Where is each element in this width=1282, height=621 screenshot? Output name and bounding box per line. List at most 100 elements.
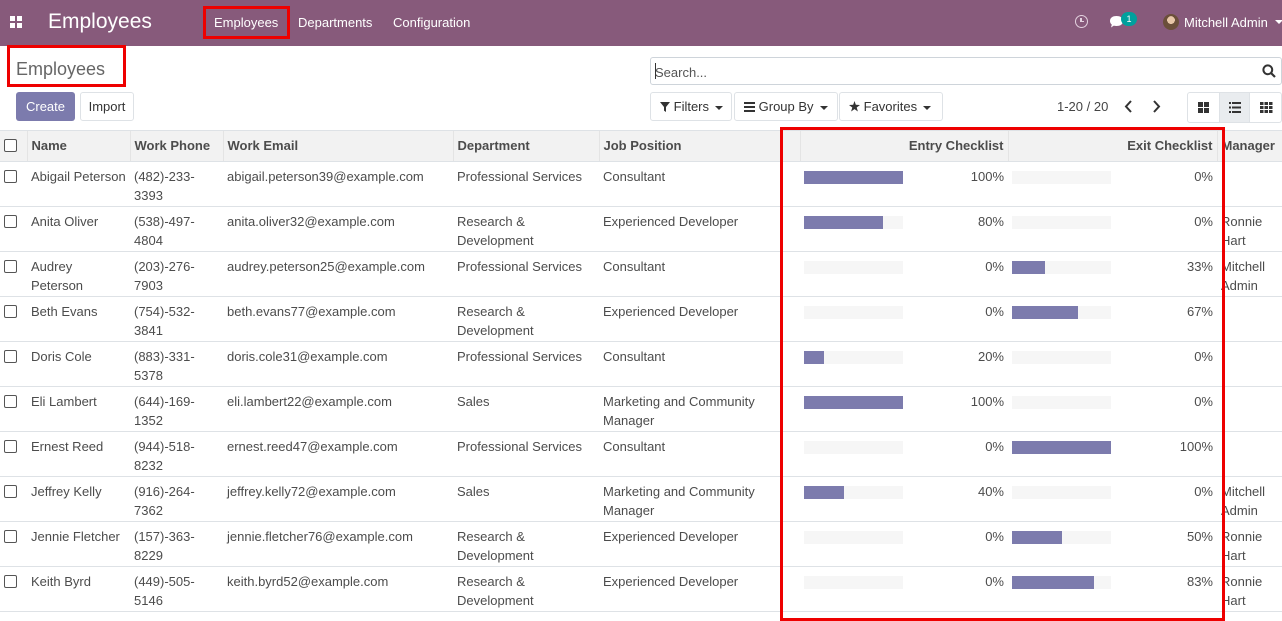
cell-manager (1217, 296, 1282, 342)
search-icon[interactable] (1262, 64, 1276, 78)
cell-name: Ernest Reed (27, 431, 130, 477)
cell-entry-checklist: 0% (800, 296, 1008, 342)
cell-job-position: Consultant (599, 251, 800, 297)
row-checkbox[interactable] (4, 214, 17, 228)
cell-work-email: jennie.fletcher76@example.com (223, 521, 453, 567)
progress-bar (804, 395, 903, 409)
cell-manager: Mitchell Admin (1217, 251, 1282, 297)
row-checkbox[interactable] (4, 349, 17, 363)
row-select-cell[interactable] (0, 341, 27, 387)
progress-value: 0% (985, 303, 1004, 319)
cell-exit-checklist: 67% (1008, 296, 1217, 342)
column-header-job-position[interactable]: Job Position (598, 131, 800, 162)
list-view-icon (1229, 102, 1241, 113)
search-input[interactable] (655, 62, 1245, 82)
progress-bar (1012, 260, 1111, 274)
column-header-work-phone[interactable]: Work Phone (129, 131, 223, 162)
select-all-cell[interactable] (0, 131, 27, 162)
chat-badge: 1 (1121, 12, 1137, 26)
user-menu[interactable]: Mitchell Admin (1184, 15, 1268, 30)
groupby-dropdown[interactable]: Group By (734, 92, 838, 121)
groupby-label: Group By (758, 99, 814, 114)
progress-bar (1012, 350, 1111, 364)
table-row[interactable]: Anita Oliver (538)-497-4804 anita.oliver32… (0, 206, 1282, 252)
filters-dropdown[interactable]: Filters (650, 92, 732, 121)
menu-employees[interactable]: Employees (214, 15, 278, 30)
progress-value: 67% (1186, 303, 1213, 319)
row-select-cell[interactable] (0, 296, 27, 342)
progress-bar-fill (1012, 440, 1111, 454)
table-row[interactable]: Ernest Reed (944)-518-8232 ernest.reed47@e… (0, 431, 1282, 477)
table-row[interactable]: Keith Byrd (449)-505-5146 keith.byrd52@exa… (0, 566, 1282, 612)
row-checkbox[interactable] (4, 169, 17, 183)
cell-manager: Ronnie Hart (1217, 521, 1282, 567)
table-row[interactable]: Audrey Peterson (203)-276-7903 audrey.pete… (0, 251, 1282, 297)
create-button[interactable]: Create (16, 92, 75, 121)
cell-work-email: abigail.peterson39@example.com (223, 161, 453, 207)
row-select-cell[interactable] (0, 431, 27, 477)
menu-departments[interactable]: Departments (298, 15, 372, 30)
cell-job-position: Experienced Developer (599, 296, 800, 342)
row-checkbox[interactable] (4, 529, 17, 543)
row-select-cell[interactable] (0, 566, 27, 612)
cell-name: Beth Evans (27, 296, 130, 342)
pager-value[interactable]: 1-20 / 20 (1057, 99, 1108, 114)
progress-value: 0% (1194, 348, 1213, 364)
filter-icon (660, 102, 670, 112)
table-row[interactable]: Doris Cole (883)-331-5378 doris.cole31@exa… (0, 341, 1282, 387)
table-row[interactable]: Jeffrey Kelly (916)-264-7362 jeffrey.kelly… (0, 476, 1282, 522)
column-header-manager[interactable]: Manager (1216, 131, 1282, 162)
chevron-right-icon[interactable] (1143, 93, 1169, 120)
progress-value: 100% (970, 393, 1004, 409)
user-avatar[interactable] (1163, 14, 1179, 30)
menu-configuration[interactable]: Configuration (393, 15, 470, 30)
progress-value: 100% (970, 168, 1004, 184)
cell-exit-checklist: 100% (1008, 431, 1217, 477)
row-checkbox[interactable] (4, 259, 17, 273)
progress-bar (804, 350, 903, 364)
column-header-department[interactable]: Department (452, 131, 599, 162)
import-button[interactable]: Import (80, 92, 134, 121)
cell-exit-checklist: 0% (1008, 386, 1217, 432)
filters-label: Filters (673, 99, 710, 114)
column-header-name[interactable]: Name (26, 131, 130, 162)
cell-entry-checklist: 20% (800, 341, 1008, 387)
row-checkbox[interactable] (4, 484, 17, 498)
kanban-view-button[interactable] (1188, 93, 1219, 122)
list-icon (744, 102, 755, 112)
column-header-exit-checklist[interactable]: Exit Checklist (1007, 131, 1217, 162)
row-select-cell[interactable] (0, 521, 27, 567)
apps-menu-icon[interactable] (10, 16, 22, 28)
grid-view-button[interactable] (1251, 93, 1282, 122)
search-bar[interactable] (650, 57, 1282, 85)
row-select-cell[interactable] (0, 251, 27, 297)
list-view-button[interactable] (1219, 93, 1250, 122)
column-header-entry-checklist[interactable]: Entry Checklist (799, 131, 1008, 162)
row-select-cell[interactable] (0, 161, 27, 207)
table-row[interactable]: Abigail Peterson (482)-233-3393 abigail.pe… (0, 161, 1282, 207)
table-row[interactable]: Beth Evans (754)-532-3841 beth.evans77@exa… (0, 296, 1282, 342)
row-select-cell[interactable] (0, 476, 27, 522)
activity-clock-icon[interactable] (1075, 15, 1088, 28)
user-caret-icon[interactable] (1275, 20, 1282, 24)
cell-manager (1217, 341, 1282, 387)
row-checkbox[interactable] (4, 304, 17, 318)
progress-bar-fill (804, 215, 884, 229)
control-panel: Employees Create Import Filters Group By… (0, 46, 1282, 131)
table-row[interactable]: Jennie Fletcher (157)-363-8229 jennie.flet… (0, 521, 1282, 567)
row-checkbox[interactable] (4, 574, 17, 588)
table-row[interactable]: Eli Lambert (644)-169-1352 eli.lambert22@e… (0, 386, 1282, 432)
row-checkbox[interactable] (4, 394, 17, 408)
cell-department: Research & Development (453, 206, 599, 252)
employee-list-table: Name Work Phone Work Email Department Jo… (0, 131, 1282, 612)
progress-value: 0% (1194, 483, 1213, 499)
row-select-cell[interactable] (0, 386, 27, 432)
column-header-work-email[interactable]: Work Email (222, 131, 453, 162)
favorites-dropdown[interactable]: Favorites (839, 92, 943, 121)
select-all-checkbox[interactable] (4, 139, 17, 153)
row-select-cell[interactable] (0, 206, 27, 252)
chevron-left-icon[interactable] (1116, 93, 1142, 120)
row-checkbox[interactable] (4, 439, 17, 453)
text-cursor (655, 63, 656, 79)
cell-name: Doris Cole (27, 341, 130, 387)
